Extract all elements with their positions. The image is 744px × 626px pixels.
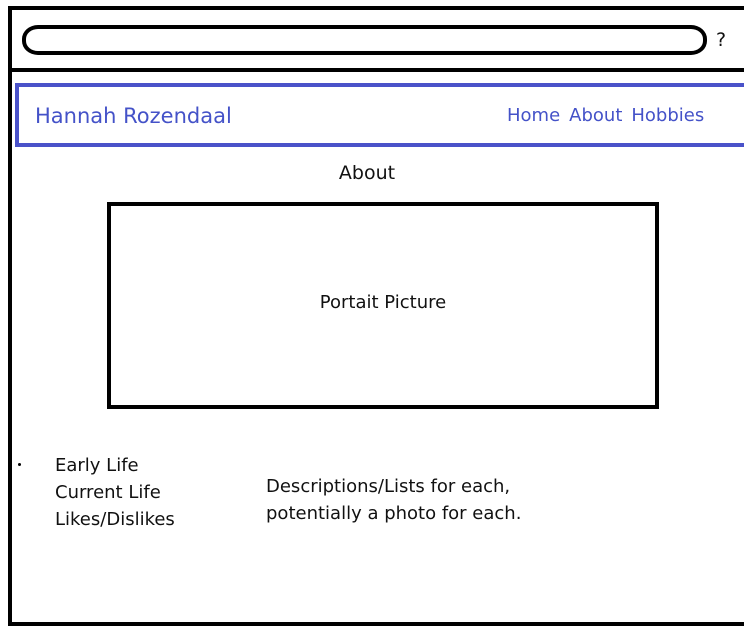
nav-link-about[interactable]: About bbox=[569, 104, 622, 128]
about-section-list: Early Life Current Life Likes/Dislikes bbox=[55, 452, 175, 533]
address-bar[interactable] bbox=[22, 25, 707, 55]
nav-link-home[interactable]: Home bbox=[507, 104, 560, 128]
description-line: Descriptions/Lists for each, bbox=[266, 476, 511, 497]
section-item-current-life[interactable]: Current Life bbox=[55, 479, 175, 506]
browser-toolbar-divider bbox=[12, 68, 744, 72]
main-nav: Home About Hobbies bbox=[507, 104, 704, 128]
portrait-picture-placeholder: Portait Picture bbox=[107, 202, 659, 409]
help-button[interactable]: ? bbox=[716, 28, 726, 52]
bullet-mark bbox=[18, 463, 21, 466]
site-title[interactable]: Hannah Rozendaal bbox=[35, 102, 232, 130]
description-line: potentially a photo for each. bbox=[266, 503, 522, 524]
nav-link-hobbies[interactable]: Hobbies bbox=[631, 104, 704, 128]
page-title: About bbox=[338, 162, 396, 184]
section-item-early-life[interactable]: Early Life bbox=[55, 452, 175, 479]
portrait-label: Portait Picture bbox=[319, 292, 447, 313]
site-header: Hannah Rozendaal Home About Hobbies bbox=[15, 83, 744, 147]
section-description: Descriptions/Lists for each, potentially… bbox=[266, 473, 596, 527]
section-item-likes-dislikes[interactable]: Likes/Dislikes bbox=[55, 506, 175, 533]
